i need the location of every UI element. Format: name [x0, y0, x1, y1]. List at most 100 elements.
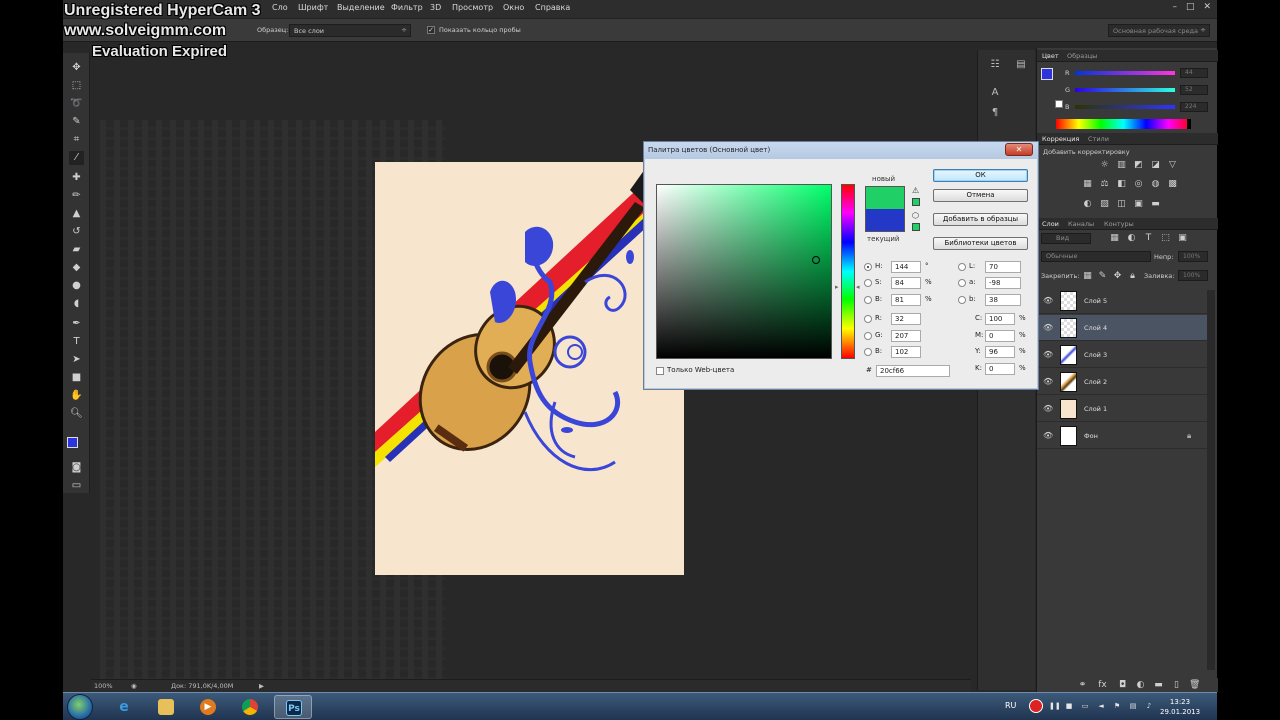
input-g[interactable]: 207 — [891, 330, 921, 342]
cancel-button[interactable]: Отмена — [933, 189, 1028, 202]
delete-layer-icon[interactable]: 🗑︎ — [1189, 680, 1200, 690]
tab-swatches[interactable]: Образцы — [1067, 52, 1097, 60]
input-k[interactable]: 0 — [985, 363, 1015, 375]
menu-item-type[interactable]: Шрифт — [298, 3, 328, 12]
exposure-adjust-icon[interactable]: ◪ — [1150, 160, 1161, 170]
input-s[interactable]: 84 — [891, 277, 921, 289]
new-group-icon[interactable]: ▬ — [1153, 680, 1164, 690]
eye-icon[interactable]: 👁︎ — [1043, 323, 1053, 332]
curves-adjust-icon[interactable]: ◩ — [1133, 160, 1144, 170]
tab-styles[interactable]: Стили — [1088, 135, 1109, 143]
hue-arrow-right-icon[interactable]: ◂ — [856, 283, 860, 291]
color-spectrum-ramp[interactable] — [1056, 119, 1191, 129]
color-libraries-button[interactable]: Библиотеки цветов — [933, 237, 1028, 250]
maximize-icon[interactable]: □ — [1186, 2, 1195, 14]
taskbar-explorer[interactable] — [147, 695, 185, 719]
stop-icon[interactable]: ■ — [1065, 702, 1073, 710]
pause-icon[interactable]: ❚❚ — [1049, 702, 1061, 710]
volume-icon[interactable]: ◄ — [1097, 702, 1105, 710]
add-to-swatches-button[interactable]: Добавить в образцы — [933, 213, 1028, 226]
flag-icon[interactable]: ⚑ — [1113, 702, 1121, 710]
eye-icon[interactable]: 👁︎ — [1043, 350, 1053, 359]
color-marker[interactable] — [812, 256, 820, 264]
zoom-tool-icon[interactable]: 🔍︎ — [69, 407, 84, 421]
menu-item-view[interactable]: Просмотр — [452, 3, 493, 12]
hex-input[interactable]: 20cf66 — [876, 365, 950, 377]
brightness-adjust-icon[interactable]: ☼ — [1099, 160, 1110, 170]
eye-icon[interactable]: 👁︎ — [1043, 296, 1053, 305]
photo-filter-adjust-icon[interactable]: ◎ — [1133, 179, 1144, 189]
workspace-select[interactable]: Основная рабочая среда — [1108, 24, 1210, 37]
layers-scrollbar[interactable] — [1207, 290, 1215, 670]
layer-row-background[interactable]: 👁︎ Фон 🔒︎ — [1037, 423, 1207, 449]
selective-color-adjust-icon[interactable]: ▣ — [1133, 199, 1144, 209]
slider-r-track[interactable] — [1075, 71, 1175, 75]
blend-mode-select[interactable]: Обычные — [1041, 251, 1151, 262]
eraser-tool-icon[interactable]: ▰ — [69, 243, 84, 257]
color-panel-fg-swatch[interactable] — [1041, 68, 1053, 80]
stamp-tool-icon[interactable]: ▲ — [69, 207, 84, 221]
filter-smart-icon[interactable]: ▣ — [1177, 233, 1188, 243]
threshold-adjust-icon[interactable]: ◫ — [1116, 199, 1127, 209]
menu-item-filter[interactable]: Фильтр — [391, 3, 423, 12]
vibrance-adjust-icon[interactable]: ▽ — [1167, 160, 1178, 170]
lookup-adjust-icon[interactable]: ▩ — [1167, 179, 1178, 189]
hue-arrow-left-icon[interactable]: ▸ — [835, 283, 839, 291]
slider-g[interactable]: G 52 — [1065, 85, 1215, 97]
hue-slider[interactable] — [841, 184, 855, 359]
input-m[interactable]: 0 — [985, 330, 1015, 342]
paint-bucket-icon[interactable]: ◆ — [69, 261, 84, 275]
actions-panel-icon[interactable]: ▤ — [1014, 58, 1028, 72]
input-lab-b[interactable]: 38 — [985, 294, 1021, 306]
add-mask-icon[interactable]: ◘ — [1117, 680, 1128, 690]
web-safe-cube-icon[interactable]: ⬡ — [912, 211, 919, 220]
radio-blue[interactable] — [864, 348, 872, 356]
dodge-tool-icon[interactable]: ◖ — [69, 297, 84, 311]
eye-icon[interactable]: 👁︎ — [1043, 404, 1053, 413]
color-balance-adjust-icon[interactable]: ⚖ — [1099, 179, 1110, 189]
slider-r[interactable]: R 44 — [1065, 68, 1215, 80]
clock[interactable]: 13:23 29.01.2013 — [1160, 697, 1200, 717]
new-layer-icon[interactable]: ▯ — [1171, 680, 1182, 690]
lock-all-icon[interactable]: 🔒︎ — [1127, 271, 1138, 281]
tab-paths[interactable]: Контуры — [1104, 220, 1134, 228]
web-only-checkbox[interactable] — [656, 367, 664, 375]
hue-sat-adjust-icon[interactable]: ▦ — [1082, 179, 1093, 189]
input-a[interactable]: -98 — [985, 277, 1021, 289]
input-blue[interactable]: 102 — [891, 346, 921, 358]
input-c[interactable]: 100 — [985, 313, 1015, 325]
paragraph-panel-icon[interactable]: ¶ — [988, 106, 1002, 120]
filter-shape-icon[interactable]: ⬚ — [1160, 233, 1171, 243]
new-adjustment-icon[interactable]: ◐ — [1135, 680, 1146, 690]
menu-item-select[interactable]: Выделение — [337, 3, 385, 12]
eyedropper-tool-icon[interactable]: ⁄ — [69, 151, 84, 165]
link-layers-icon[interactable]: ⚭ — [1077, 680, 1088, 690]
ramp-black-white[interactable] — [1187, 119, 1191, 129]
hand-tool-icon[interactable]: ✋ — [69, 389, 84, 403]
lock-transparency-icon[interactable]: ▦ — [1082, 271, 1093, 281]
move-tool-icon[interactable]: ✥ — [69, 61, 84, 75]
layer-row-5[interactable]: 👁︎ Слой 5 — [1037, 288, 1207, 314]
character-panel-icon[interactable]: A — [988, 86, 1002, 100]
radio-l[interactable] — [958, 263, 966, 271]
crop-tool-icon[interactable]: ⌗ — [69, 133, 84, 147]
gamut-warning-icon[interactable]: ⚠ — [912, 186, 919, 195]
arrow-right-icon[interactable]: ▶ — [259, 682, 264, 690]
sample-select[interactable]: Все слои — [289, 24, 411, 37]
document-canvas[interactable] — [375, 162, 684, 575]
marquee-tool-icon[interactable]: ⬚ — [69, 79, 84, 93]
history-panel-icon[interactable]: ☷ — [988, 58, 1002, 72]
blur-tool-icon[interactable]: ● — [69, 279, 84, 293]
posterize-adjust-icon[interactable]: ▨ — [1099, 199, 1110, 209]
layer-row-4[interactable]: 👁︎ Слой 4 — [1037, 315, 1207, 341]
menu-item-help[interactable]: Справка — [535, 3, 570, 12]
channel-b-value[interactable]: 224 — [1180, 102, 1208, 112]
filter-type-icon[interactable]: T — [1143, 233, 1154, 243]
radio-lab-b[interactable] — [958, 296, 966, 304]
input-h[interactable]: 144 — [891, 261, 921, 273]
zoom-level[interactable]: 100% — [94, 682, 113, 690]
menu-item-window[interactable]: Окно — [503, 3, 524, 12]
tab-adjustments[interactable]: Коррекция — [1042, 135, 1079, 143]
network-icon[interactable]: ▤ — [1129, 702, 1137, 710]
start-button[interactable] — [67, 694, 93, 720]
